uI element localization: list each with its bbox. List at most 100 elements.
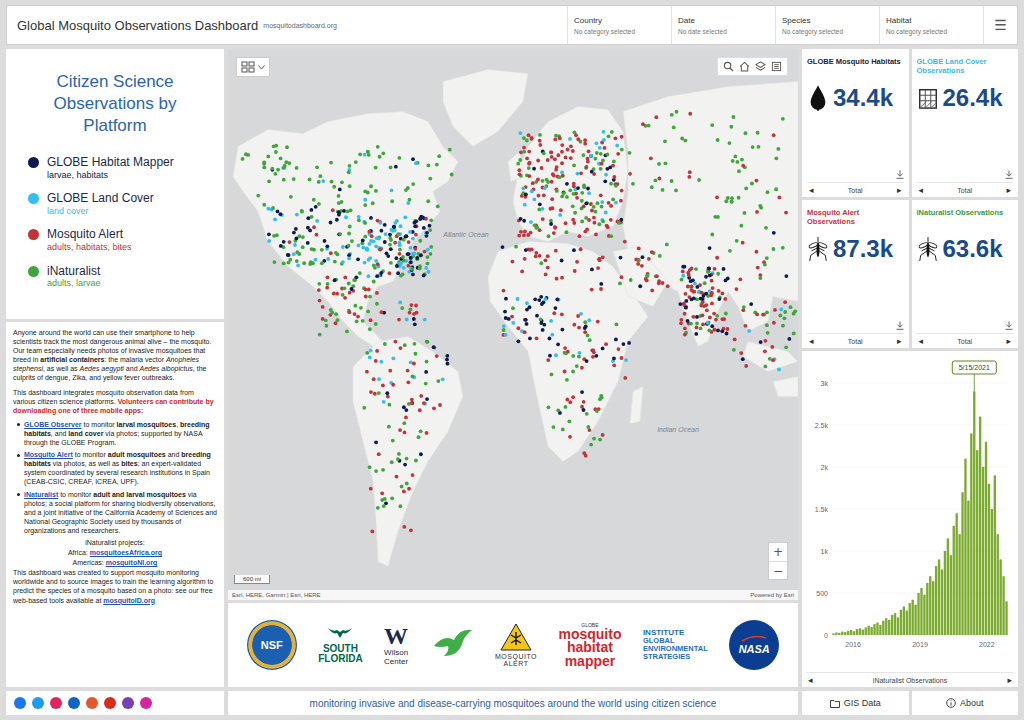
observation-pin[interactable] (670, 179, 674, 183)
observation-pin[interactable] (601, 255, 605, 259)
observation-pin[interactable] (411, 375, 415, 379)
observation-pin[interactable] (384, 232, 388, 236)
observation-pin[interactable] (428, 224, 432, 228)
observation-pin[interactable] (649, 156, 653, 160)
observation-pin[interactable] (369, 349, 373, 353)
observation-pin[interactable] (569, 144, 573, 148)
observation-pin[interactable] (541, 179, 545, 183)
observation-pin[interactable] (756, 131, 760, 135)
observation-pin[interactable] (598, 146, 602, 150)
observation-pin[interactable] (382, 504, 386, 508)
observation-pin[interactable] (561, 428, 565, 432)
chart-bar[interactable] (988, 484, 990, 635)
observation-pin[interactable] (399, 224, 403, 228)
observation-pin[interactable] (596, 266, 600, 270)
observation-pin[interactable] (369, 487, 373, 491)
observation-pin[interactable] (331, 208, 335, 212)
observation-pin[interactable] (402, 266, 406, 270)
observation-pin[interactable] (267, 179, 271, 183)
observation-pin[interactable] (329, 161, 333, 165)
observation-pin[interactable] (739, 351, 743, 355)
observation-pin[interactable] (571, 204, 575, 208)
observation-pin[interactable] (549, 150, 553, 154)
observation-pin[interactable] (744, 364, 748, 368)
observation-pin[interactable] (575, 364, 579, 368)
observation-pin[interactable] (575, 196, 579, 200)
observation-pin[interactable] (369, 216, 373, 220)
observation-pin[interactable] (703, 281, 707, 285)
observation-pin[interactable] (429, 245, 433, 249)
observation-pin[interactable] (421, 216, 425, 220)
observation-pin[interactable] (527, 133, 531, 137)
observation-pin[interactable] (758, 276, 762, 280)
observation-pin[interactable] (658, 177, 662, 181)
observation-pin[interactable] (710, 123, 714, 127)
observation-pin[interactable] (602, 130, 606, 134)
observation-pin[interactable] (310, 215, 314, 219)
observation-pin[interactable] (711, 286, 715, 290)
observation-pin[interactable] (409, 307, 413, 311)
chart-bar[interactable] (832, 633, 834, 635)
chart-bar[interactable] (891, 615, 893, 635)
observation-pin[interactable] (525, 139, 529, 143)
observation-pin[interactable] (419, 429, 423, 433)
observation-pin[interactable] (681, 274, 685, 278)
observation-pin[interactable] (683, 139, 687, 143)
observation-pin[interactable] (353, 304, 357, 308)
observation-pin[interactable] (314, 205, 318, 209)
observation-pin[interactable] (374, 359, 378, 363)
chart-bar[interactable] (970, 433, 972, 635)
observation-pin[interactable] (539, 295, 543, 299)
observation-pin[interactable] (285, 145, 289, 149)
observation-pin[interactable] (544, 273, 548, 277)
observation-pin[interactable] (411, 473, 415, 477)
observation-pin[interactable] (596, 201, 600, 205)
chart-bar[interactable] (991, 509, 993, 635)
text-link[interactable]: mosquitoesAfrica.org (90, 549, 162, 556)
observation-pin[interactable] (741, 164, 745, 168)
observation-pin[interactable] (398, 252, 402, 256)
observation-pin[interactable] (571, 218, 575, 222)
observation-pin[interactable] (397, 452, 401, 456)
observation-pin[interactable] (580, 366, 584, 370)
observation-pin[interactable] (580, 191, 584, 195)
observation-pin[interactable] (522, 136, 526, 140)
observation-pin[interactable] (423, 250, 427, 254)
observation-pin[interactable] (523, 230, 527, 234)
observation-pin[interactable] (350, 287, 354, 291)
observation-pin[interactable] (584, 454, 588, 458)
observation-pin[interactable] (620, 275, 624, 279)
chart-bar[interactable] (876, 622, 878, 635)
observation-pin[interactable] (325, 324, 329, 328)
observation-pin[interactable] (580, 219, 584, 223)
observation-pin[interactable] (710, 279, 714, 283)
observation-pin[interactable] (641, 122, 645, 126)
observation-pin[interactable] (541, 328, 545, 332)
observation-pin[interactable] (538, 143, 542, 147)
observation-pin[interactable] (578, 351, 582, 355)
observation-pin[interactable] (398, 428, 402, 432)
observation-pin[interactable] (548, 354, 552, 358)
observation-pin[interactable] (317, 202, 321, 206)
observation-pin[interactable] (550, 197, 554, 201)
observation-pin[interactable] (517, 168, 521, 172)
observation-pin[interactable] (295, 166, 299, 170)
observation-pin[interactable] (292, 252, 296, 256)
observation-pin[interactable] (740, 158, 744, 162)
observation-pin[interactable] (554, 353, 558, 357)
observation-pin[interactable] (435, 163, 439, 167)
observation-pin[interactable] (550, 155, 554, 159)
observation-pin[interactable] (584, 202, 588, 206)
observation-pin[interactable] (437, 154, 441, 158)
observation-pin[interactable] (728, 249, 732, 253)
observation-pin[interactable] (679, 321, 683, 325)
social-icon[interactable] (14, 697, 26, 709)
observation-pin[interactable] (784, 274, 788, 278)
observation-pin[interactable] (288, 240, 292, 244)
observation-pin[interactable] (396, 271, 400, 275)
observation-pin[interactable] (560, 276, 564, 280)
observation-pin[interactable] (347, 170, 351, 174)
observation-pin[interactable] (383, 223, 387, 227)
observation-pin[interactable] (629, 278, 633, 282)
observation-pin[interactable] (705, 303, 709, 307)
